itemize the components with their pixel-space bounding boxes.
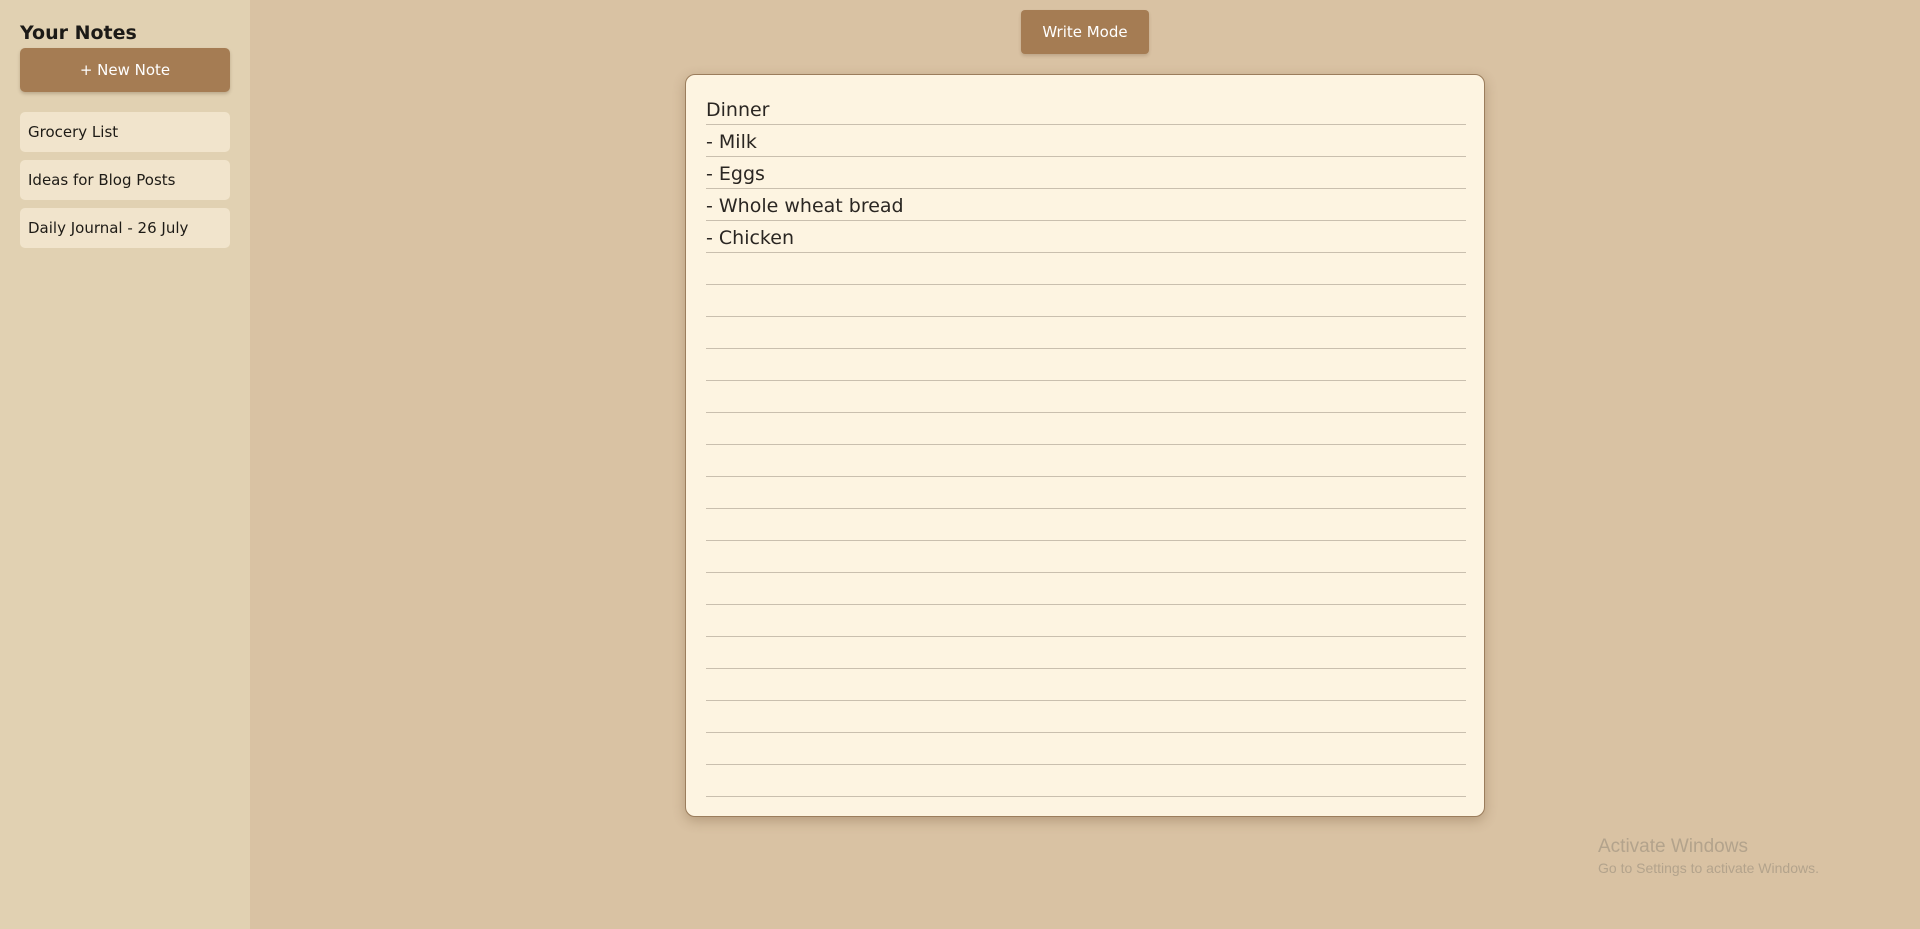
note-editor[interactable]: Dinner - Milk - Eggs - Whole wheat bread - C… [685, 74, 1485, 817]
sidebar: Your Notes + New Note Grocery List Ideas… [0, 0, 250, 929]
editor-line[interactable]: - Milk [706, 125, 1466, 157]
editor-line[interactable] [706, 541, 1466, 573]
editor-line[interactable] [706, 509, 1466, 541]
editor-line[interactable] [706, 285, 1466, 317]
watermark-title: Activate Windows [1598, 836, 1748, 857]
watermark-subtitle: Go to Settings to activate Windows. [1598, 860, 1819, 876]
editor-line[interactable] [706, 765, 1466, 797]
editor-line[interactable] [706, 381, 1466, 413]
note-list: Grocery List Ideas for Blog Posts Daily … [20, 112, 230, 248]
sidebar-title: Your Notes [20, 22, 137, 44]
editor-line[interactable] [706, 701, 1466, 733]
editor-line[interactable] [706, 349, 1466, 381]
editor-line[interactable]: Dinner [706, 93, 1466, 125]
editor-line[interactable] [706, 605, 1466, 637]
editor-line[interactable]: - Whole wheat bread [706, 189, 1466, 221]
windows-activation-watermark: Activate Windows Go to Settings to activ… [1598, 835, 1819, 877]
note-list-item[interactable]: Grocery List [20, 112, 230, 152]
note-list-item[interactable]: Daily Journal - 26 July [20, 208, 230, 248]
write-mode-button[interactable]: Write Mode [1021, 10, 1149, 54]
editor-line[interactable] [706, 669, 1466, 701]
note-list-item[interactable]: Ideas for Blog Posts [20, 160, 230, 200]
editor-line[interactable] [706, 445, 1466, 477]
ruled-lines[interactable]: Dinner - Milk - Eggs - Whole wheat bread - C… [706, 93, 1466, 797]
editor-line[interactable]: - Eggs [706, 157, 1466, 189]
editor-line[interactable] [706, 413, 1466, 445]
new-note-button[interactable]: + New Note [20, 48, 230, 92]
editor-line[interactable]: - Chicken [706, 221, 1466, 253]
editor-line[interactable] [706, 637, 1466, 669]
editor-line[interactable] [706, 733, 1466, 765]
editor-line[interactable] [706, 253, 1466, 285]
editor-line[interactable] [706, 573, 1466, 605]
editor-line[interactable] [706, 317, 1466, 349]
editor-line[interactable] [706, 477, 1466, 509]
